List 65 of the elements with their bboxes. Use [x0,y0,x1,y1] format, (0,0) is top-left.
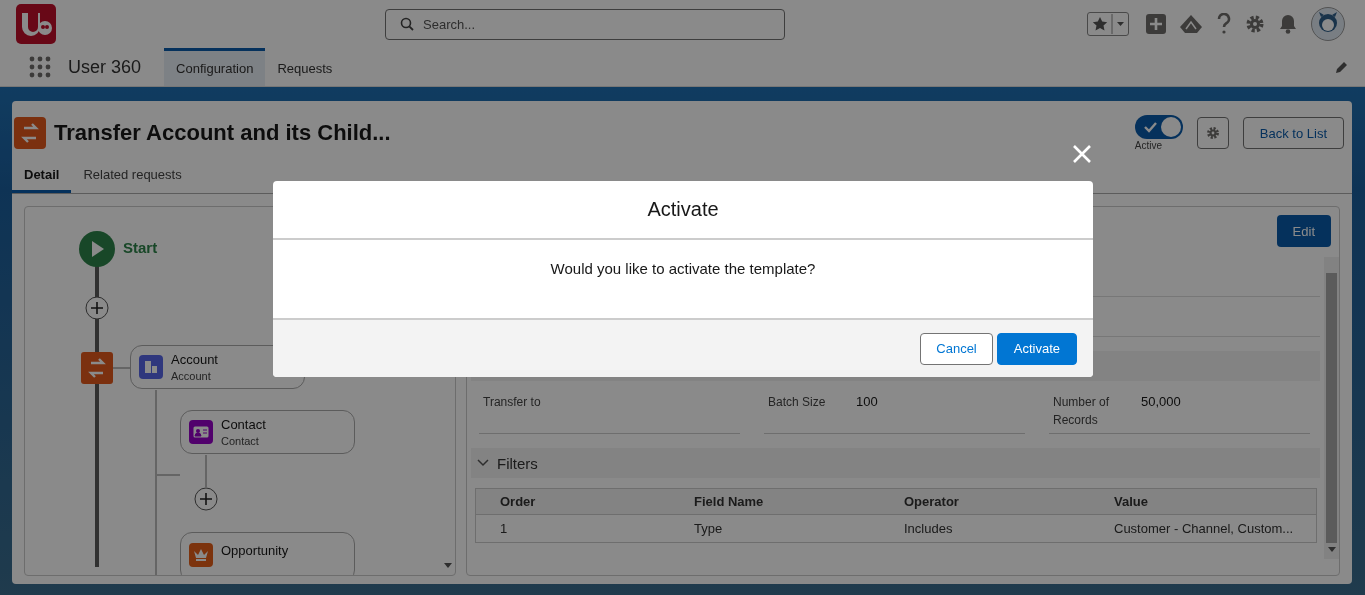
app-name: User 360 [68,56,142,78]
record-tab[interactable]: Detail [12,159,72,193]
modal-message: Would you like to activate the template? [550,260,816,279]
notifications-icon[interactable] [1278,14,1298,34]
crown-icon [189,543,213,567]
field-label: Transfer to [482,394,542,411]
edit-button[interactable]: Edit [1276,215,1331,247]
field-value: 50,000 [1141,393,1181,411]
flow-node[interactable]: Contact Contact [180,410,355,454]
connector-line [113,367,131,369]
scroll-down-icon[interactable] [443,563,452,569]
active-toggle[interactable] [1134,115,1183,139]
record-title: Transfer Account and its Child... [54,120,391,146]
avatar-icon[interactable] [1311,7,1345,41]
transfer-icon [81,352,113,384]
record-tab[interactable]: Related requests [71,159,194,193]
column-header: Order [475,488,670,515]
flow-node[interactable]: Opportunity [180,532,355,575]
activate-button[interactable]: Activate [996,332,1077,365]
field-label: Batch Size [767,394,827,411]
start-label: Start [123,239,158,256]
connector-line [205,455,207,487]
toggle-label: Active [1134,140,1163,151]
search-icon [400,16,414,31]
app-logo-icon [16,4,56,44]
column-header: Operator [880,488,1090,515]
nav-tab[interactable]: Configuration [164,48,266,86]
scrollbar[interactable] [1324,257,1339,559]
start-icon [79,231,115,267]
favorites-button[interactable] [1087,12,1129,36]
scroll-down-icon[interactable] [1327,547,1336,553]
field-value: 100 [856,393,878,411]
node-title: Opportunity [221,543,289,558]
search-field[interactable]: Search... [385,8,785,40]
gear-icon [1205,126,1220,140]
column-header: Value [1090,488,1317,515]
node-title: Account [171,352,218,367]
table-cell: Customer - Channel, Custom... [1090,514,1317,543]
add-icon[interactable] [1146,14,1166,34]
table-cell: Includes [880,514,1090,543]
modal-title: Activate [647,198,719,221]
table-cell: Type [670,514,880,543]
help-icon[interactable] [1216,13,1232,35]
back-to-list-button[interactable]: Back to List [1242,117,1344,149]
cancel-button[interactable]: Cancel [920,332,993,365]
table-cell: 1 [475,514,670,543]
check-icon [1142,121,1157,133]
column-header: Field Name [670,488,880,515]
close-icon[interactable] [1073,145,1091,163]
app-launcher-icon[interactable] [29,56,51,78]
building-icon [139,355,163,379]
add-step-icon[interactable] [85,296,109,320]
settings-icon[interactable] [1245,14,1265,34]
field-label: Number of Records [1052,394,1111,429]
edit-icon[interactable] [1335,60,1349,74]
mountain-icon[interactable] [1179,14,1203,34]
add-step-icon[interactable] [194,487,218,511]
node-subtitle: Account [171,370,212,382]
section-header[interactable]: Filters [471,448,1320,478]
node-title: Contact [221,417,266,432]
settings-button[interactable] [1196,117,1229,149]
nav-tab[interactable]: Requests [265,48,345,86]
node-subtitle: Contact [221,435,260,447]
contact-card-icon [189,420,213,444]
chevron-icon [477,459,489,467]
